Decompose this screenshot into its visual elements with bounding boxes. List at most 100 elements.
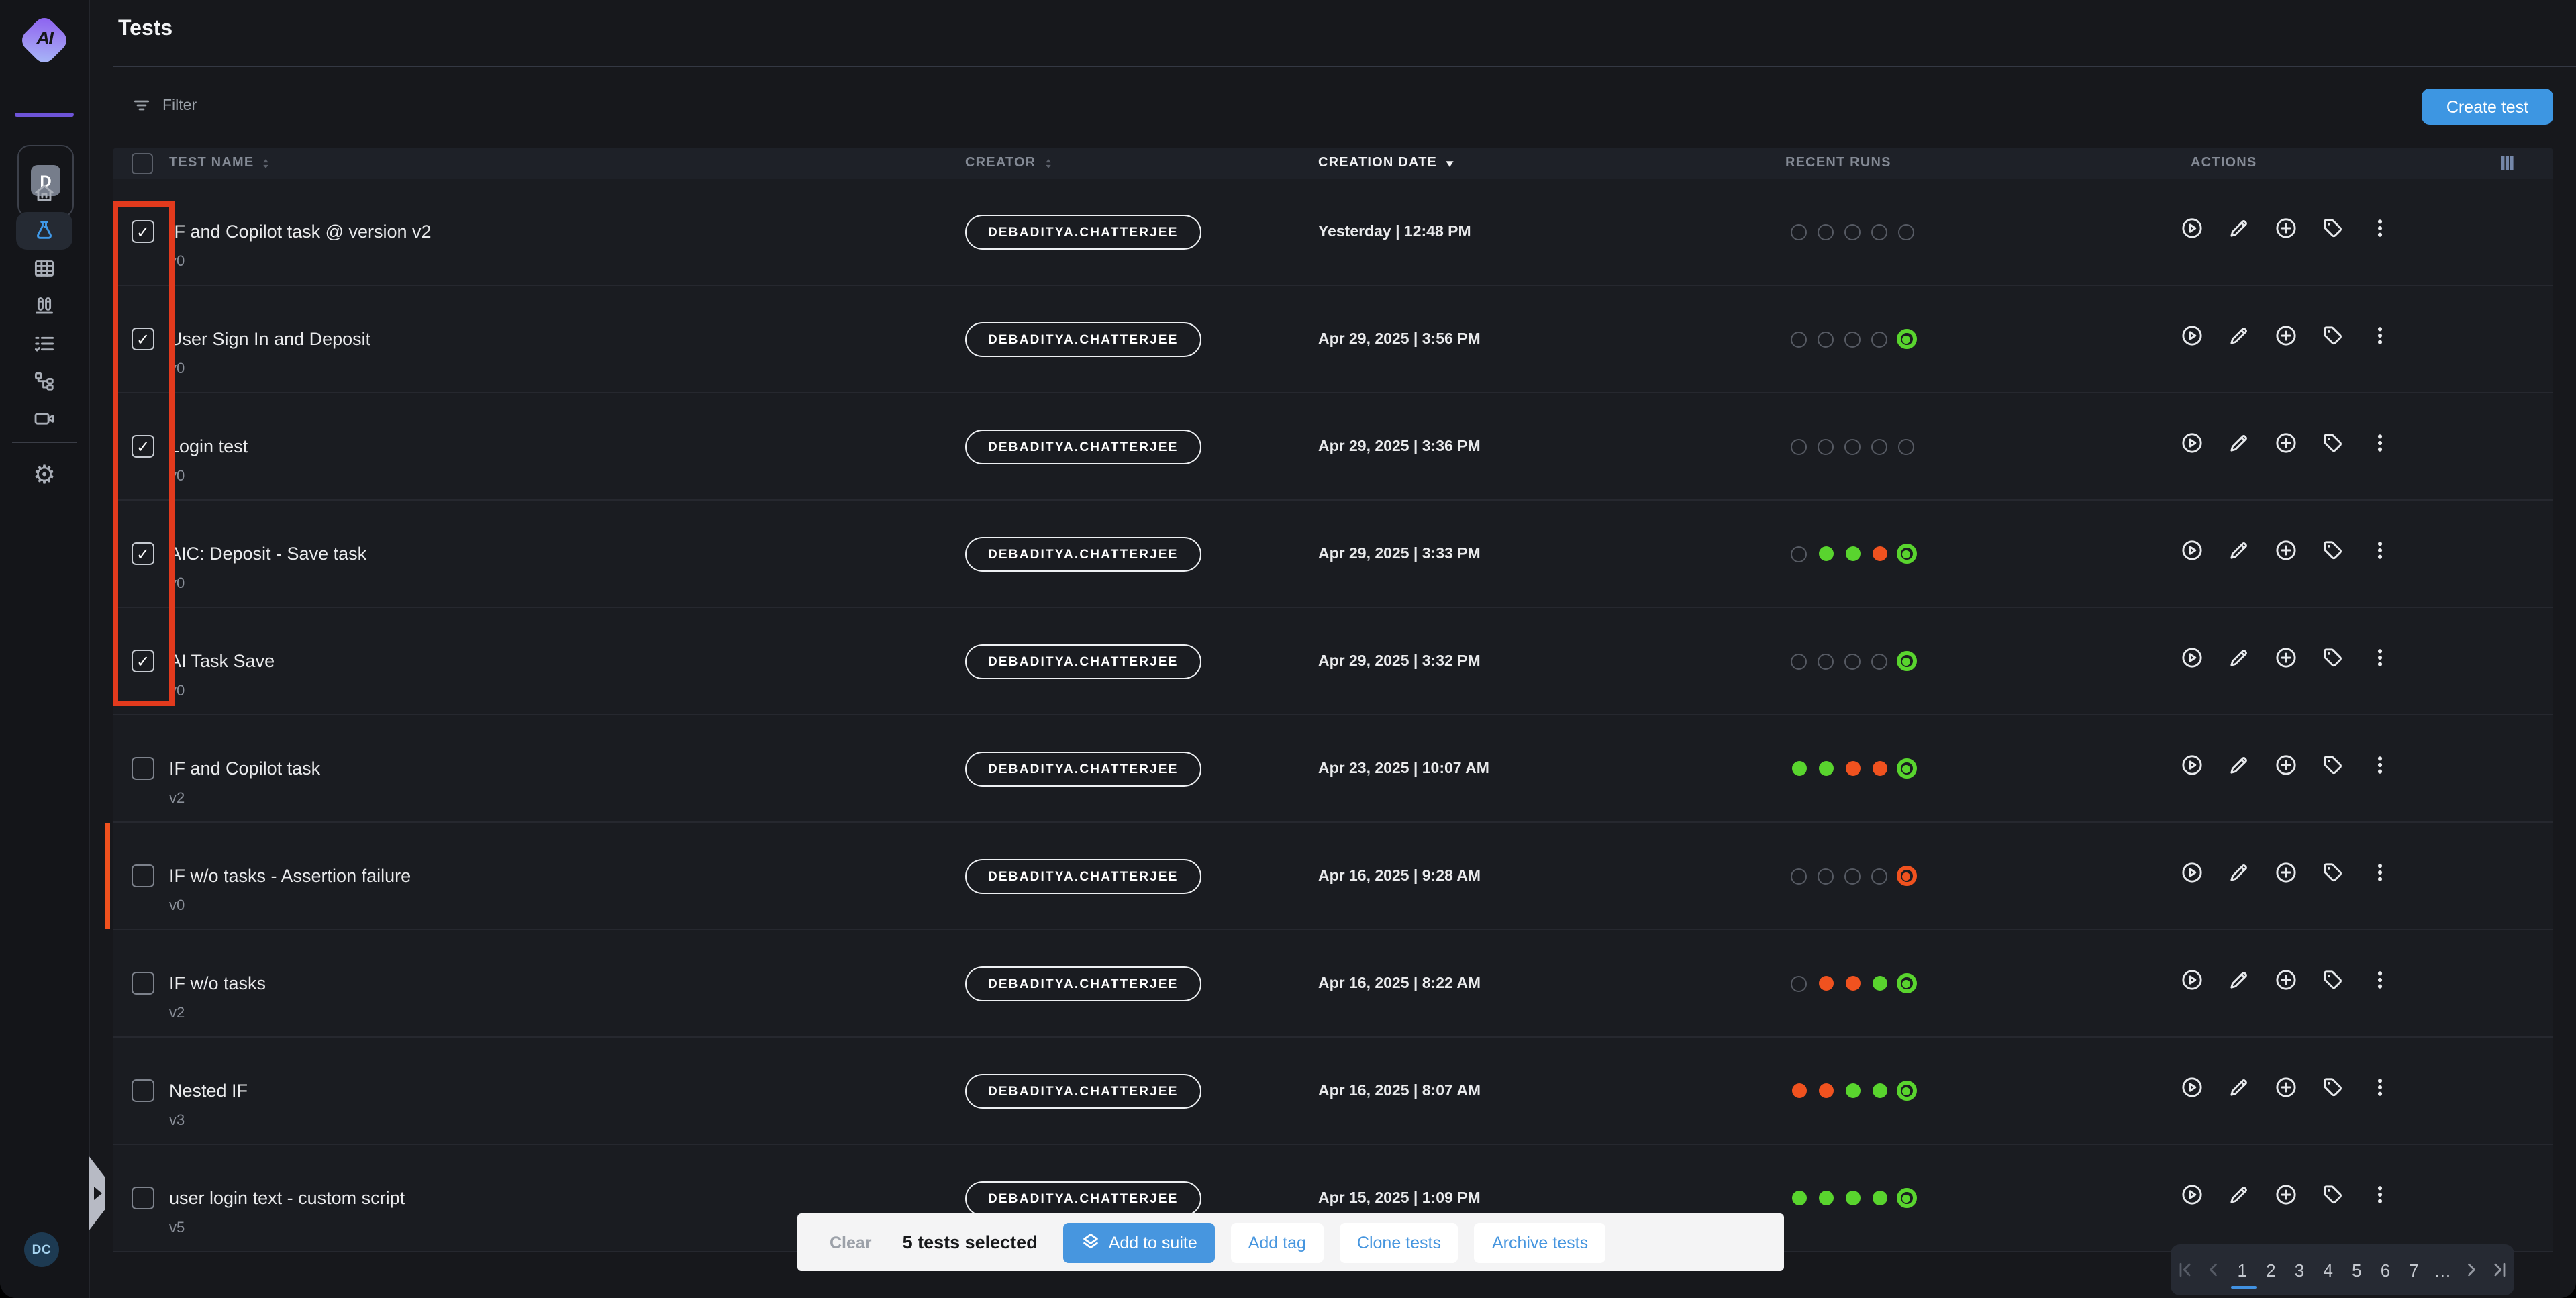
add-action-button[interactable]	[2274, 1183, 2298, 1213]
tag-action-button[interactable]	[2321, 1183, 2345, 1213]
table-row[interactable]: IF and Copilot taskv2DEBADITYA.CHATTERJE…	[113, 715, 2553, 823]
run-status-pass[interactable]	[1866, 1083, 1893, 1098]
page-4[interactable]: 4	[2314, 1244, 2342, 1295]
add-action-button[interactable]	[2274, 431, 2298, 462]
add-action-button[interactable]	[2274, 646, 2298, 677]
play-action-button[interactable]	[2180, 1183, 2204, 1213]
sidebar-item-flask[interactable]	[0, 212, 89, 250]
tag-action-button[interactable]	[2321, 753, 2345, 784]
column-header-test-name[interactable]: TEST NAME	[169, 148, 273, 179]
edit-action-button[interactable]	[2227, 1075, 2251, 1106]
create-test-button[interactable]: Create test	[2422, 89, 2553, 125]
run-status-pass[interactable]	[1785, 761, 1812, 776]
play-action-button[interactable]	[2180, 216, 2204, 247]
tag-action-button[interactable]	[2321, 323, 2345, 354]
run-status-pass-latest[interactable]	[1893, 1188, 1920, 1208]
add-tag-button[interactable]: Add tag	[1231, 1222, 1324, 1262]
edit-action-button[interactable]	[2227, 1183, 2251, 1213]
test-name[interactable]: Login test	[169, 436, 248, 456]
page-first-icon[interactable]	[2171, 1244, 2199, 1295]
run-status-empty[interactable]	[1893, 438, 1920, 454]
test-name[interactable]: user login text - custom script	[169, 1188, 405, 1208]
column-header-creator[interactable]: CREATOR	[965, 148, 1054, 179]
run-status-empty[interactable]	[1785, 868, 1812, 884]
run-status-empty[interactable]	[1812, 653, 1839, 669]
run-status-empty[interactable]	[1893, 223, 1920, 240]
table-row[interactable]: ✓IF and Copilot task @ version v2v0DEBAD…	[113, 179, 2553, 286]
sidebar-item-home[interactable]	[0, 174, 89, 212]
run-status-fail[interactable]	[1866, 761, 1893, 776]
kebab-action-button[interactable]	[2368, 1183, 2392, 1213]
run-status-pass-latest[interactable]	[1893, 1081, 1920, 1101]
test-name[interactable]: IF w/o tasks - Assertion failure	[169, 866, 411, 886]
filter-button[interactable]: Filter	[132, 95, 197, 115]
clone-tests-button[interactable]: Clone tests	[1340, 1222, 1458, 1262]
add-action-button[interactable]	[2274, 538, 2298, 569]
tag-action-button[interactable]	[2321, 968, 2345, 999]
edit-action-button[interactable]	[2227, 753, 2251, 784]
app-logo[interactable]: AI	[19, 15, 70, 66]
run-status-empty[interactable]	[1839, 438, 1866, 454]
add-action-button[interactable]	[2274, 968, 2298, 999]
tag-action-button[interactable]	[2321, 860, 2345, 891]
run-status-pass[interactable]	[1866, 976, 1893, 991]
play-action-button[interactable]	[2180, 431, 2204, 462]
run-status-empty[interactable]	[1785, 331, 1812, 347]
play-action-button[interactable]	[2180, 753, 2204, 784]
run-status-empty[interactable]	[1839, 868, 1866, 884]
kebab-action-button[interactable]	[2368, 1075, 2392, 1106]
row-checkbox[interactable]	[132, 972, 154, 995]
add-action-button[interactable]	[2274, 1075, 2298, 1106]
page-2[interactable]: 2	[2257, 1244, 2285, 1295]
run-status-pass[interactable]	[1785, 1191, 1812, 1205]
test-name[interactable]: User Sign In and Deposit	[169, 329, 370, 349]
run-status-empty[interactable]	[1812, 868, 1839, 884]
archive-tests-button[interactable]: Archive tests	[1475, 1222, 1605, 1262]
run-status-pass-latest[interactable]	[1893, 329, 1920, 349]
kebab-action-button[interactable]	[2368, 646, 2392, 677]
sidebar-item-grid[interactable]	[0, 250, 89, 287]
run-status-pass-latest[interactable]	[1893, 544, 1920, 564]
run-status-empty[interactable]	[1866, 223, 1893, 240]
clear-selection-button[interactable]: Clear	[830, 1233, 872, 1252]
run-status-fail[interactable]	[1812, 976, 1839, 991]
kebab-action-button[interactable]	[2368, 968, 2392, 999]
run-status-empty[interactable]	[1866, 331, 1893, 347]
run-status-empty[interactable]	[1785, 653, 1812, 669]
page-6[interactable]: 6	[2371, 1244, 2400, 1295]
kebab-action-button[interactable]	[2368, 323, 2392, 354]
kebab-action-button[interactable]	[2368, 216, 2392, 247]
table-row[interactable]: ✓AIC: Deposit - Save taskv0DEBADITYA.CHA…	[113, 501, 2553, 608]
edit-action-button[interactable]	[2227, 538, 2251, 569]
run-status-pass[interactable]	[1839, 1191, 1866, 1205]
run-status-fail[interactable]	[1839, 761, 1866, 776]
add-to-suite-button[interactable]: Add to suite	[1063, 1222, 1215, 1262]
kebab-action-button[interactable]	[2368, 538, 2392, 569]
run-status-empty[interactable]	[1866, 868, 1893, 884]
play-action-button[interactable]	[2180, 860, 2204, 891]
add-action-button[interactable]	[2274, 216, 2298, 247]
edit-action-button[interactable]	[2227, 216, 2251, 247]
tag-action-button[interactable]	[2321, 431, 2345, 462]
edit-action-button[interactable]	[2227, 968, 2251, 999]
run-status-empty[interactable]	[1866, 653, 1893, 669]
page-7[interactable]: 7	[2399, 1244, 2428, 1295]
kebab-action-button[interactable]	[2368, 431, 2392, 462]
play-action-button[interactable]	[2180, 646, 2204, 677]
row-checkbox[interactable]	[132, 757, 154, 780]
run-status-empty[interactable]	[1785, 438, 1812, 454]
test-name[interactable]: IF and Copilot task	[169, 758, 320, 779]
run-status-empty[interactable]	[1785, 975, 1812, 991]
table-row[interactable]: ✓User Sign In and Depositv0DEBADITYA.CHA…	[113, 286, 2553, 393]
columns-icon[interactable]	[2497, 153, 2517, 173]
row-checkbox[interactable]	[132, 1187, 154, 1209]
table-row[interactable]: IF w/o tasks - Assertion failurev0DEBADI…	[113, 823, 2553, 930]
run-status-fail[interactable]	[1866, 546, 1893, 561]
table-row[interactable]: ✓AI Task Savev0DEBADITYA.CHATTERJEEApr 2…	[113, 608, 2553, 715]
test-name[interactable]: AI Task Save	[169, 651, 275, 671]
test-name[interactable]: IF w/o tasks	[169, 973, 266, 993]
play-action-button[interactable]	[2180, 968, 2204, 999]
table-row[interactable]: IF w/o tasksv2DEBADITYA.CHATTERJEEApr 16…	[113, 930, 2553, 1038]
page-next-icon[interactable]	[2457, 1244, 2486, 1295]
run-status-empty[interactable]	[1839, 653, 1866, 669]
